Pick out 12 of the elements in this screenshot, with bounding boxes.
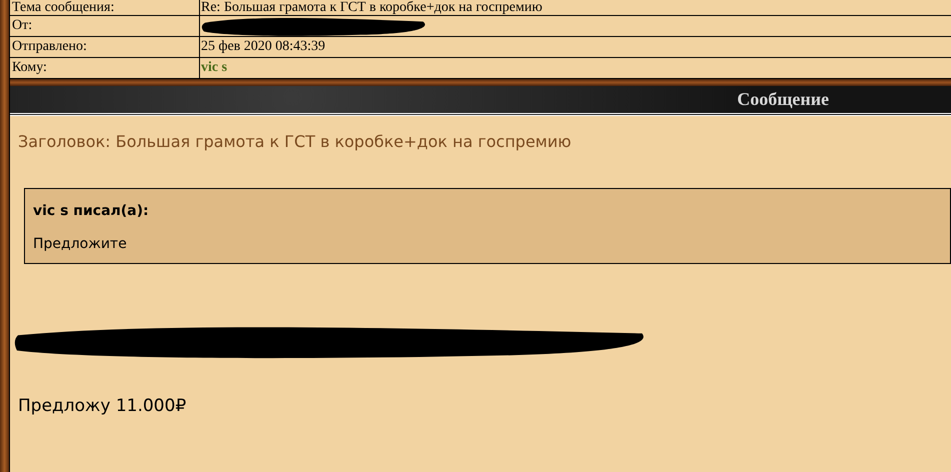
field-value: Re: Большая грамота к ГСТ в коробке+док на госпремию — [201, 0, 542, 14]
quote-text: Предложите — [33, 235, 128, 254]
field-label: Отправлено: — [12, 40, 87, 54]
recipient-link[interactable]: vic s — [201, 61, 228, 75]
post-subject: Заголовок: Большая грамота к ГСТ в коробке+док на госпремию — [18, 131, 572, 153]
field-label: Тема сообщения: — [12, 0, 114, 14]
field-label: От: — [12, 19, 32, 33]
section-title: Сообщение — [737, 88, 829, 111]
quote-author: vic s писал(а): — [33, 202, 150, 221]
field-value: 25 фев 2020 08:43:39 — [201, 40, 326, 54]
field-label: Кому: — [12, 61, 47, 75]
post-text: Предложу 11.000₽ — [18, 395, 188, 418]
